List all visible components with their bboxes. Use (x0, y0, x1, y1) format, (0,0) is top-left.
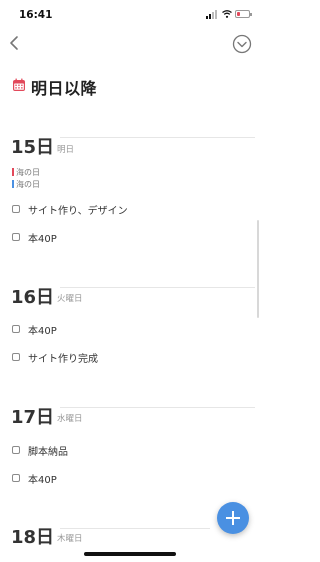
status-time: 16:41 (19, 9, 53, 21)
task-checkbox[interactable] (12, 446, 20, 454)
back-button[interactable] (6, 34, 24, 52)
status-icons (206, 9, 252, 21)
day-subtitle: 水曜日 (57, 414, 83, 424)
day-date: 17日 (11, 407, 55, 428)
task-checkbox[interactable] (12, 205, 20, 213)
holiday-color-bar (12, 180, 14, 188)
task-title[interactable]: 脚本納品 (28, 443, 68, 458)
scrollbar[interactable] (257, 220, 259, 318)
wifi-icon (222, 10, 232, 18)
battery-icon (235, 10, 250, 18)
task-checkbox[interactable] (12, 325, 20, 333)
add-task-button[interactable] (217, 502, 249, 534)
day-date: 16日 (11, 287, 55, 308)
task-title[interactable]: 本40P (28, 230, 57, 245)
day-subtitle: 木曜日 (57, 534, 83, 544)
day-divider (60, 137, 255, 138)
task-checkbox[interactable] (12, 353, 20, 361)
task-title[interactable]: サイト作り、デザイン (28, 202, 128, 217)
day-subtitle: 火曜日 (57, 294, 83, 304)
day-date: 18日 (11, 527, 55, 548)
holiday-label: 海の日 (16, 180, 40, 189)
task-title[interactable]: 本40P (28, 322, 57, 337)
signal-icon (206, 16, 208, 19)
calendar-icon (13, 78, 25, 91)
task-title[interactable]: サイト作り完成 (28, 350, 98, 365)
day-divider (60, 407, 255, 408)
task-checkbox[interactable] (12, 474, 20, 482)
day-divider (60, 528, 210, 529)
day-subtitle: 明日 (57, 145, 75, 155)
holiday-color-bar (12, 168, 14, 176)
day-date: 15日 (11, 137, 55, 158)
more-options-button[interactable] (232, 34, 252, 54)
page-title: 明日以降 (31, 79, 98, 98)
task-title[interactable]: 本40P (28, 471, 57, 486)
holiday-label: 海の日 (16, 168, 40, 177)
home-indicator[interactable] (84, 552, 176, 556)
task-checkbox[interactable] (12, 233, 20, 241)
day-divider (60, 287, 255, 288)
